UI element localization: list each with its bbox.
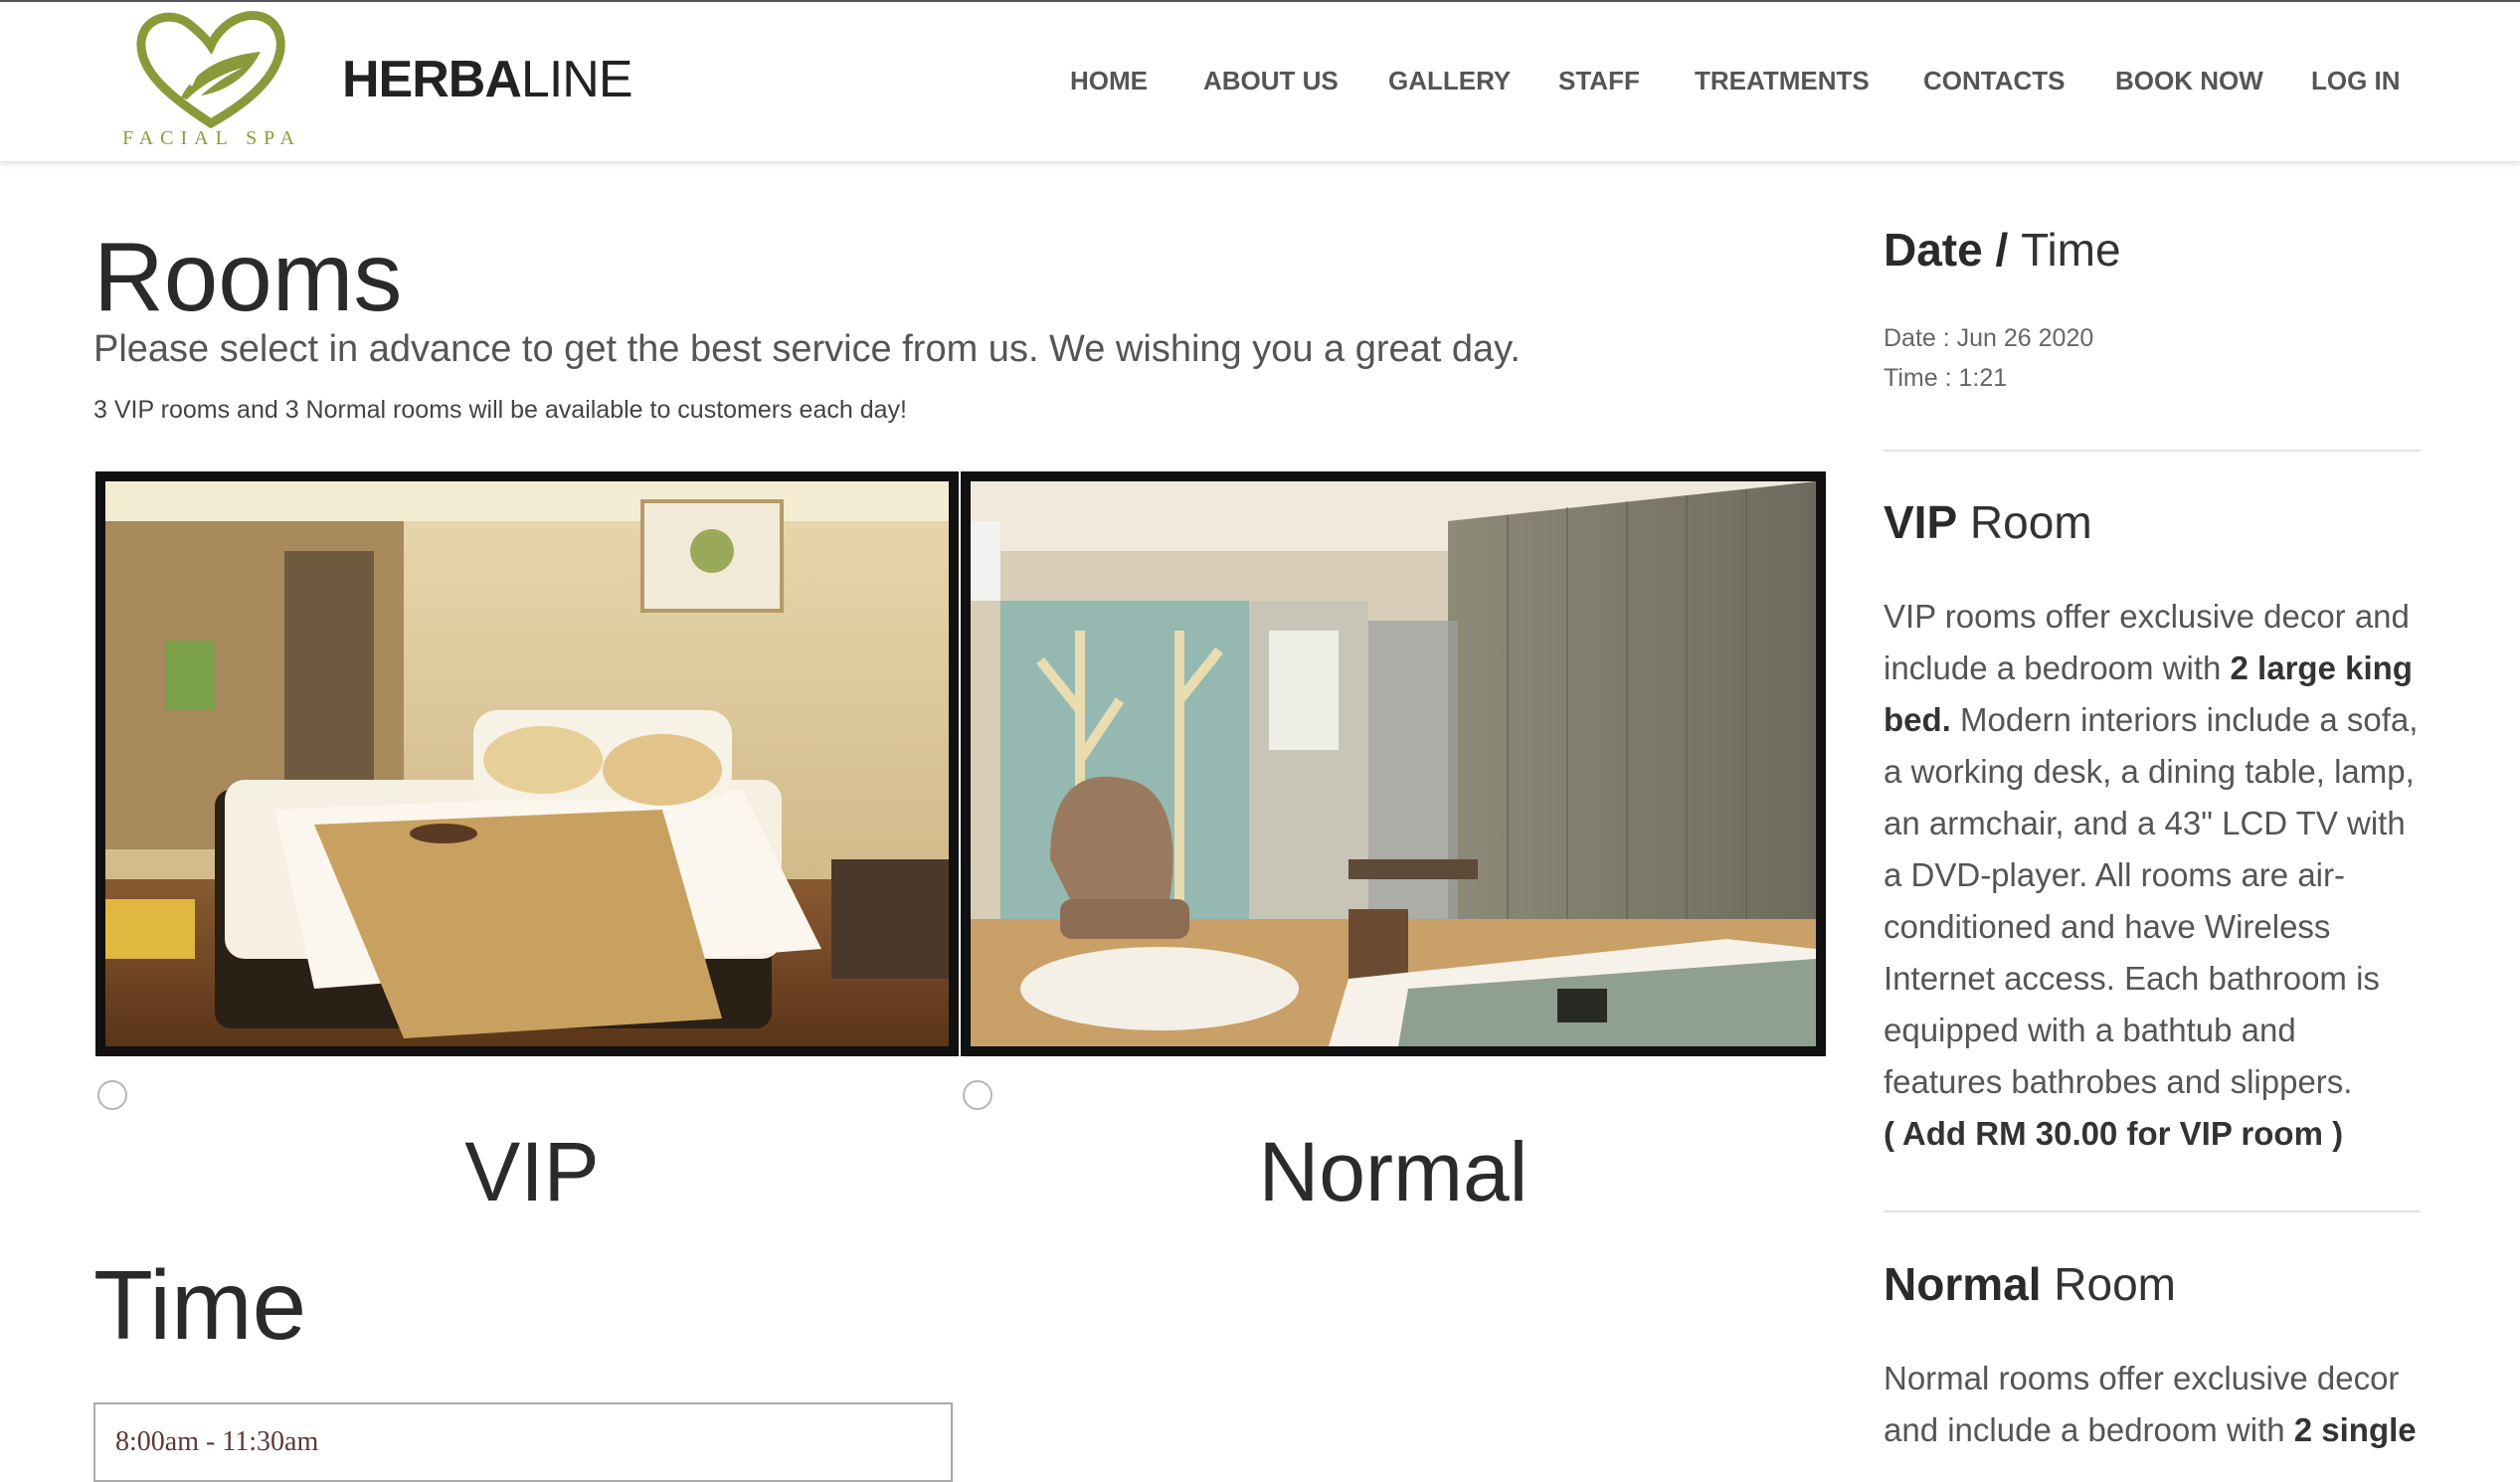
vip-room-heading: VIP Room: [1884, 495, 2092, 549]
vip-room-photo-icon: [105, 481, 949, 1046]
normal-room-photo-icon: [971, 481, 1816, 1046]
time-title: Time: [93, 1250, 307, 1360]
vip-room-label: VIP: [464, 1125, 600, 1218]
rooms-title: Rooms: [93, 222, 403, 331]
nav-staff[interactable]: STAFF: [1558, 66, 1640, 96]
rooms-subtitle: Please select in advance to get the best…: [93, 328, 1521, 370]
vip-room-radio[interactable]: [97, 1080, 127, 1110]
normal-room-label: Normal: [1258, 1125, 1529, 1218]
vip-price-note: ( Add RM 30.00 for VIP room ): [1884, 1115, 2344, 1152]
time-slot-select[interactable]: 8:00am - 11:30am: [93, 1402, 953, 1482]
normal-room-image[interactable]: [961, 471, 1826, 1056]
normal-room-heading: Normal Room: [1884, 1257, 2176, 1311]
nav-gallery[interactable]: GALLERY: [1388, 66, 1511, 96]
current-time: Time : 1:21: [1884, 364, 2008, 392]
nav-contacts[interactable]: CONTACTS: [1923, 66, 2066, 96]
datetime-heading-bold: Date: [1884, 224, 1983, 276]
current-date: Date : Jun 26 2020: [1884, 324, 2094, 352]
vip-room-image[interactable]: [95, 471, 959, 1056]
normal-desc-bold: 2 single: [2293, 1411, 2417, 1448]
site-header: FACIAL SPA HERBALINE HOME ABOUT US GALLE…: [0, 2, 2520, 162]
nav-treatments[interactable]: TREATMENTS: [1695, 66, 1870, 96]
time-slot-value: 8:00am - 11:30am: [115, 1426, 319, 1457]
vip-heading-light: Room: [1957, 496, 2092, 548]
nav-book-now[interactable]: BOOK NOW: [2115, 66, 2263, 96]
sidebar-divider: [1884, 450, 2421, 452]
vip-heading-bold: VIP: [1884, 496, 1958, 548]
datetime-heading: Date / Time: [1884, 223, 2121, 277]
main-nav: HOME ABOUT US GALLERY STAFF TREATMENTS C…: [0, 66, 2520, 101]
normal-heading-bold: Normal: [1884, 1258, 2042, 1310]
sidebar-divider: [1884, 1210, 2421, 1212]
nav-about-us[interactable]: ABOUT US: [1203, 66, 1339, 96]
normal-heading-light: Room: [2041, 1258, 2176, 1310]
normal-room-description: Normal rooms offer exclusive decor and i…: [1884, 1353, 2421, 1456]
normal-room-radio[interactable]: [963, 1080, 992, 1110]
nav-log-in[interactable]: LOG IN: [2311, 66, 2401, 96]
rooms-availability-note: 3 VIP rooms and 3 Normal rooms will be a…: [93, 396, 907, 424]
vip-room-description: VIP rooms offer exclusive decor and incl…: [1884, 591, 2421, 1160]
vip-desc-part-2: Modern interiors include a sofa, a worki…: [1884, 701, 2419, 1100]
datetime-heading-light: Time: [2021, 224, 2121, 276]
nav-home[interactable]: HOME: [1070, 66, 1148, 96]
datetime-heading-separator: /: [1982, 224, 2022, 276]
logo-caption: FACIAL SPA: [122, 127, 301, 149]
